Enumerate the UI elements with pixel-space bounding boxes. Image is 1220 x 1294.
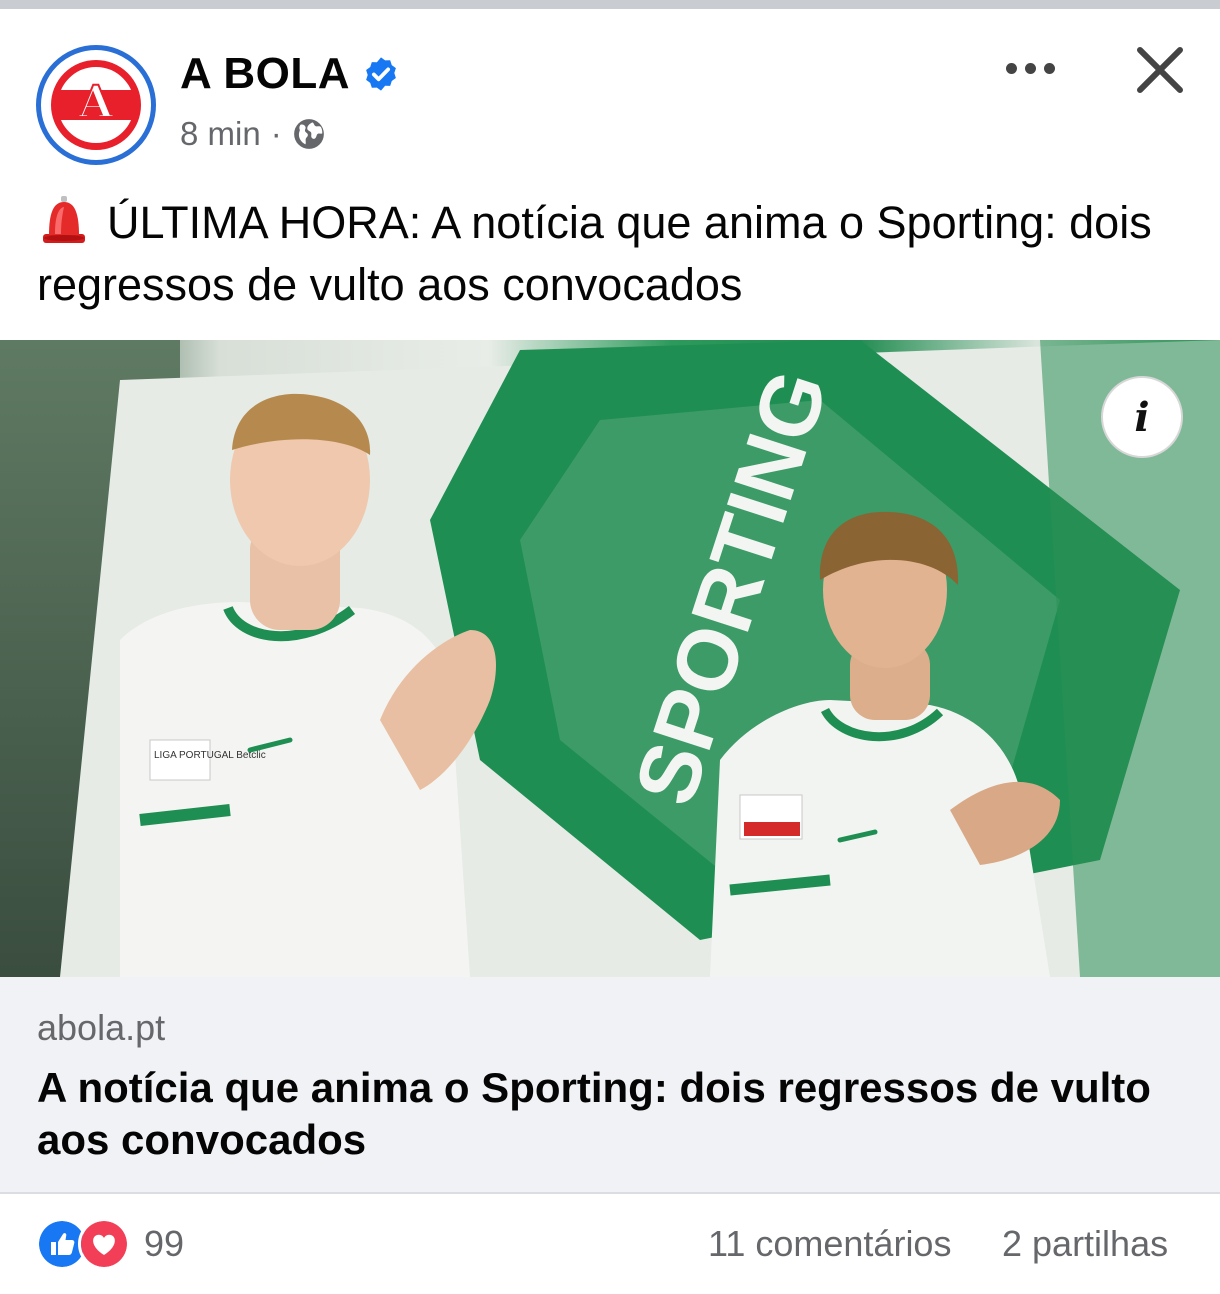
avatar-logo: A bbox=[51, 60, 141, 150]
rotating-light-emoji bbox=[43, 196, 85, 243]
shares-count[interactable]: 2 partilhas bbox=[1002, 1222, 1168, 1266]
top-divider bbox=[0, 0, 1220, 9]
page-name-row: A BOLA bbox=[180, 48, 400, 100]
post-meta: 8 min · bbox=[180, 112, 326, 156]
avatar-letter: A bbox=[78, 77, 114, 128]
page-name[interactable]: A BOLA bbox=[180, 48, 350, 100]
page-avatar[interactable]: A bbox=[36, 45, 156, 165]
image-info-button[interactable]: i bbox=[1101, 376, 1183, 458]
post-body: ÚLTIMA HORA: A notícia que anima o Sport… bbox=[37, 197, 1152, 310]
comments-count[interactable]: 11 comentários bbox=[708, 1222, 951, 1266]
reaction-count: 99 bbox=[144, 1223, 185, 1264]
verified-badge-icon bbox=[366, 57, 396, 91]
link-domain: abola.pt bbox=[37, 1007, 166, 1048]
close-icon[interactable] bbox=[1132, 42, 1188, 98]
more-options-button[interactable] bbox=[995, 48, 1065, 88]
info-icon: i bbox=[1134, 393, 1150, 441]
post-image[interactable]: SPORTING LIGA PORTUGAL Betclic bbox=[0, 340, 1220, 977]
meta-separator: · bbox=[270, 115, 282, 152]
more-horizontal-icon bbox=[1005, 62, 1017, 74]
link-title[interactable]: A notícia que anima o Sporting: dois reg… bbox=[37, 1062, 1187, 1166]
globe-icon bbox=[293, 119, 324, 149]
photo-illustration: SPORTING LIGA PORTUGAL Betclic bbox=[0, 340, 1220, 977]
love-icon bbox=[78, 1218, 130, 1270]
reactions-summary[interactable]: 99 bbox=[36, 1218, 185, 1270]
post-text: ÚLTIMA HORA: A notícia que anima o Sport… bbox=[37, 192, 1187, 316]
post-timestamp[interactable]: 8 min bbox=[180, 112, 261, 156]
